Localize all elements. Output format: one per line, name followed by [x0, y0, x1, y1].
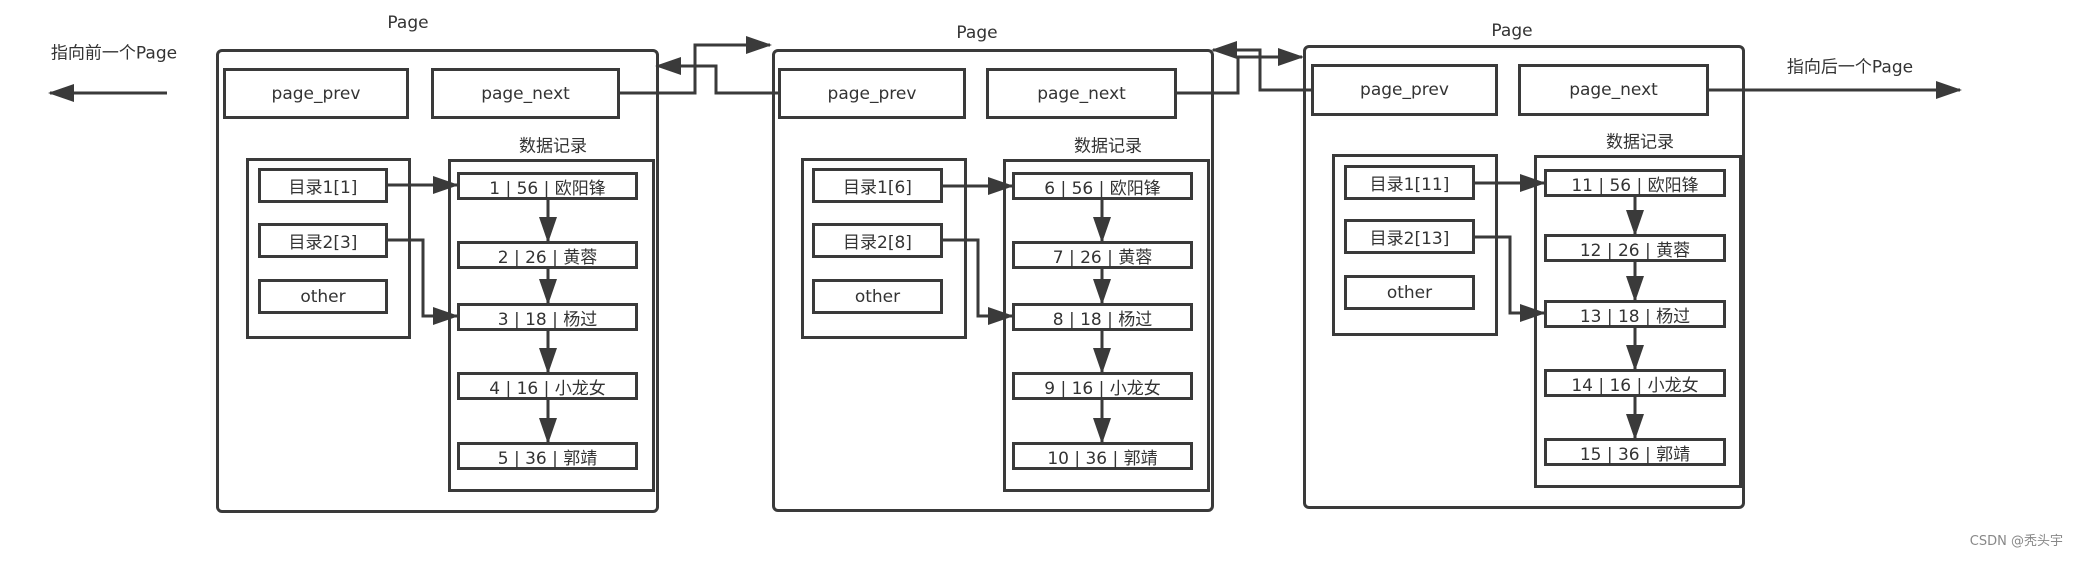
record-row: 2 | 26 | 黄蓉	[457, 241, 638, 269]
record-row: 12 | 26 | 黄蓉	[1544, 234, 1726, 262]
records-title: 数据记录	[1606, 132, 1674, 153]
record-row: 13 | 18 | 杨过	[1544, 300, 1726, 328]
next-pointer-label: 指向后一个Page	[1786, 57, 1914, 78]
prev-pointer-label: 指向前一个Page	[50, 43, 178, 64]
record-row: 10 | 36 | 郭靖	[1012, 442, 1193, 470]
page-next-field: page_next	[1518, 64, 1709, 116]
record-row: 14 | 16 | 小龙女	[1544, 369, 1726, 397]
record-row: 9 | 16 | 小龙女	[1012, 372, 1193, 400]
page-prev-field: page_prev	[223, 68, 409, 119]
directory-slot: 目录2[3]	[258, 223, 388, 258]
record-row: 1 | 56 | 欧阳锋	[457, 172, 638, 200]
record-row: 11 | 56 | 欧阳锋	[1544, 169, 1726, 197]
directory-slot: 目录1[6]	[812, 168, 943, 203]
record-row: 6 | 56 | 欧阳锋	[1012, 172, 1193, 200]
directory-slot: 目录2[8]	[812, 223, 943, 258]
records-title: 数据记录	[1074, 136, 1142, 157]
record-row: 4 | 16 | 小龙女	[457, 372, 638, 400]
record-row: 3 | 18 | 杨过	[457, 303, 638, 331]
directory-slot: 目录1[11]	[1344, 165, 1475, 200]
page-prev-field: page_prev	[1311, 64, 1498, 116]
directory-other: other	[812, 279, 943, 314]
watermark: CSDN @秃头宇	[1969, 534, 2063, 549]
page-title: Page	[387, 13, 429, 33]
page-next-field: page_next	[986, 68, 1177, 119]
directory-other: other	[1344, 275, 1475, 310]
page-next-field: page_next	[431, 68, 620, 119]
record-row: 7 | 26 | 黄蓉	[1012, 241, 1193, 269]
record-row: 15 | 36 | 郭靖	[1544, 438, 1726, 466]
page-title: Page	[1491, 21, 1533, 41]
directory-slot: 目录2[13]	[1344, 219, 1475, 254]
record-row: 8 | 18 | 杨过	[1012, 303, 1193, 331]
record-row: 5 | 36 | 郭靖	[457, 442, 638, 470]
directory-other: other	[258, 279, 388, 314]
directory-slot: 目录1[1]	[258, 168, 388, 203]
records-title: 数据记录	[519, 136, 587, 157]
page2-prev-arrow	[655, 57, 778, 95]
page-prev-field: page_prev	[778, 68, 966, 119]
page-title: Page	[956, 23, 998, 43]
